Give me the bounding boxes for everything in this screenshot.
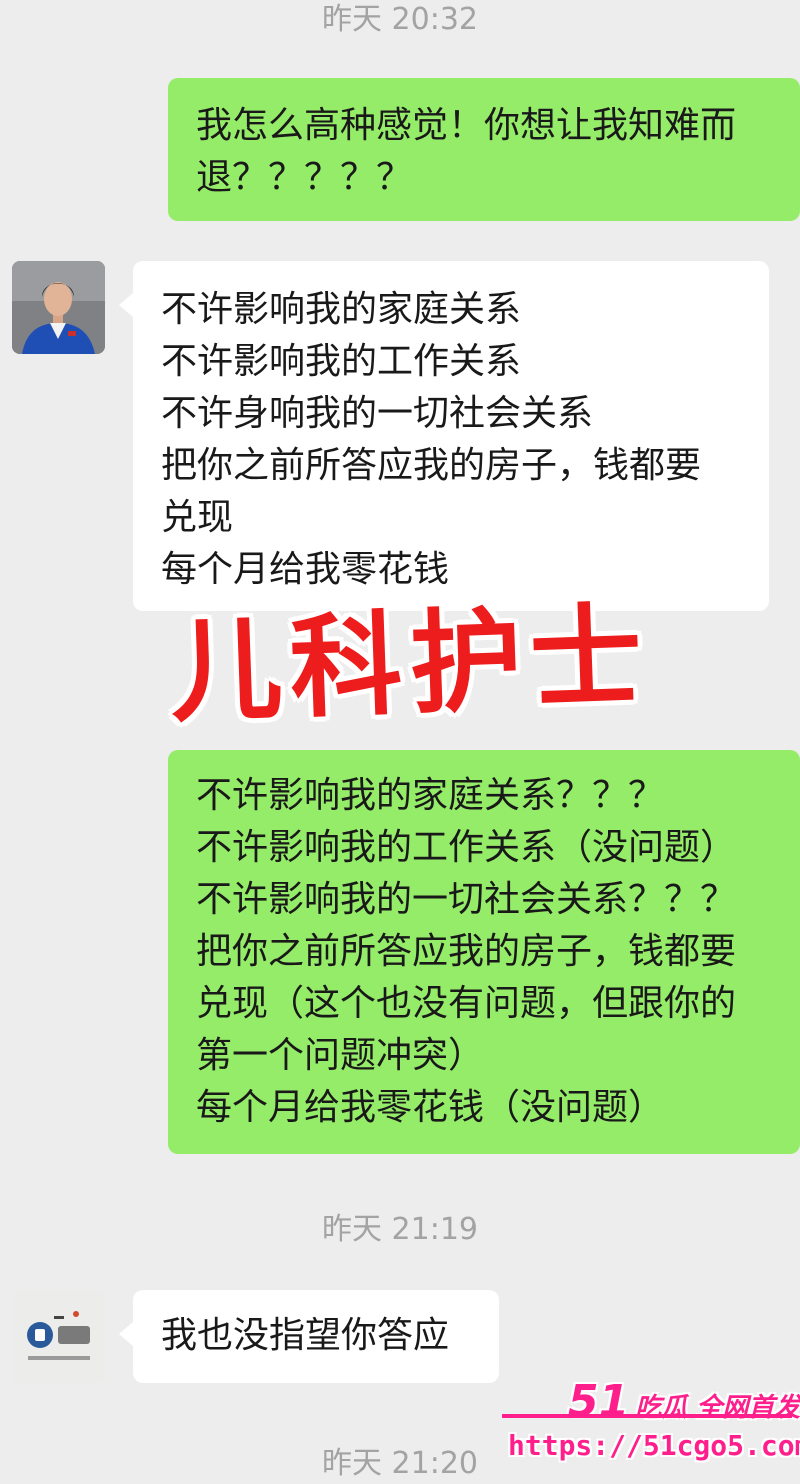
message-line: 把你之前所答应我的房子，钱都要 (196, 931, 737, 972)
timestamp: 昨天 20:32 (322, 2, 478, 37)
received-message-bubble[interactable]: 我也没指望你答应 (119, 1290, 499, 1383)
contact-avatar[interactable] (12, 1290, 105, 1383)
message-line: 不许影响我的家庭关系？？？ (196, 775, 665, 816)
contact-avatar[interactable] (12, 261, 105, 354)
message-line: 把你之前所答应我的房子，钱都要 (161, 445, 702, 486)
message-line: 不许影响我的工作关系（没问题） (196, 827, 737, 868)
message-line: 兑现（这个也没有问题，但跟你的 (196, 983, 737, 1024)
message-line: 每个月给我零花钱（没问题） (196, 1087, 665, 1128)
message-line: 不许影响我的一切社会关系？？？ (196, 879, 737, 920)
message-line: 第一个问题冲突） (196, 1035, 485, 1076)
overlay-caption: 儿科护士 (167, 591, 653, 739)
watermark-number: 51 (568, 1376, 630, 1427)
timestamp: 昨天 21:19 (322, 1212, 478, 1247)
message-line: 兑现 (161, 497, 234, 538)
message-line: 不许影响我的工作关系 (161, 341, 522, 382)
sent-message-bubble[interactable]: 我怎么高种感觉！你想让我知难而 退？？？？？ (168, 78, 800, 221)
received-message-bubble[interactable]: 不许影响我的家庭关系 不许影响我的工作关系 不许身响我的一切社会关系 把你之前所… (119, 261, 769, 611)
message-line: 退？？？？？ (196, 157, 413, 198)
sent-message-bubble[interactable]: 不许影响我的家庭关系？？？ 不许影响我的工作关系（没问题） 不许影响我的一切社会… (168, 750, 800, 1154)
watermark: 51 吃瓜 全网首发 https://51cgo5.com (498, 1368, 800, 1476)
logo-avatar-icon (12, 1290, 105, 1383)
message-line: 我怎么高种感觉！你想让我知难而 (196, 105, 737, 146)
message-line: 我也没指望你答应 (161, 1315, 450, 1356)
message-line: 不许影响我的家庭关系 (161, 289, 522, 330)
watermark-url: https://51cgo5.com (508, 1429, 800, 1462)
watermark-divider (502, 1414, 792, 1418)
message-line: 每个月给我零花钱 (161, 549, 450, 590)
message-line: 不许身响我的一切社会关系 (161, 393, 594, 434)
person-portrait-icon (12, 261, 105, 354)
watermark-text: 吃瓜 全网首发 (635, 1393, 800, 1423)
